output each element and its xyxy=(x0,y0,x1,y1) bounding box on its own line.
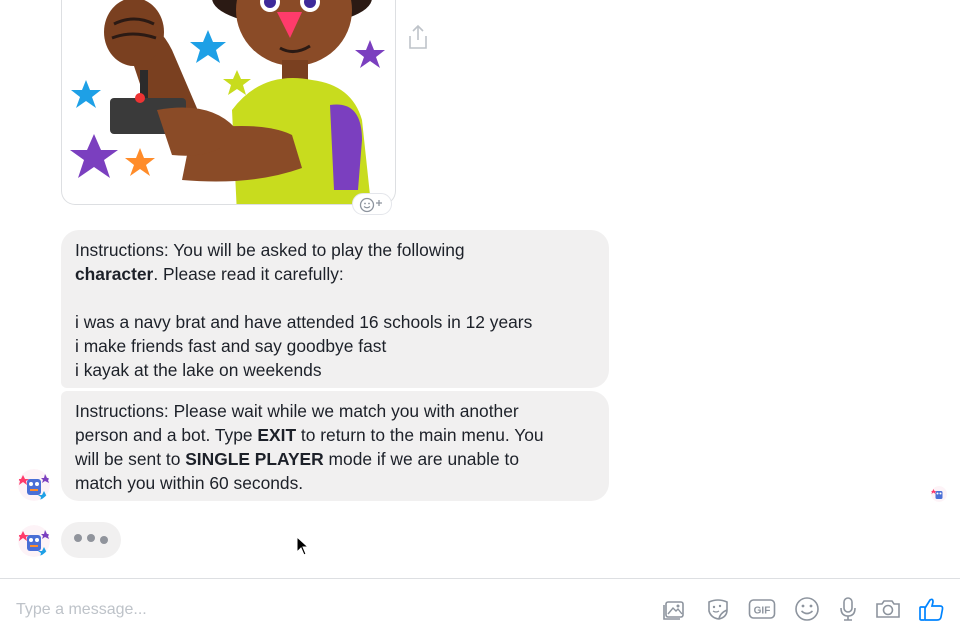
photo-icon[interactable] xyxy=(661,595,689,623)
message-bubble-instructions-character: Instructions: You will be asked to play … xyxy=(61,230,609,388)
message-bubble-instructions-wait: Instructions: Please wait while we match… xyxy=(61,391,609,501)
typing-indicator xyxy=(61,522,121,558)
image-message[interactable] xyxy=(61,0,396,205)
add-reaction-icon xyxy=(359,197,382,213)
emoji-icon[interactable] xyxy=(793,595,821,623)
message-line: character. Please read it carefully: xyxy=(75,264,344,284)
typing-dot xyxy=(87,534,95,542)
add-reaction-button[interactable] xyxy=(352,193,392,215)
message-input[interactable] xyxy=(14,597,638,623)
message-line: Instructions: Please wait while we match… xyxy=(75,401,519,421)
typing-dot xyxy=(100,536,108,544)
bot-avatar[interactable] xyxy=(18,469,50,501)
message-line: match you within 60 seconds. xyxy=(75,473,304,493)
sticker-icon[interactable] xyxy=(704,595,732,623)
message-line: Instructions: You will be asked to play … xyxy=(75,240,465,260)
message-composer: GIF xyxy=(0,578,960,636)
share-icon[interactable] xyxy=(406,24,430,50)
thumbs-up-icon[interactable] xyxy=(918,595,946,623)
persona-line: i kayak at the lake on weekends xyxy=(75,360,322,380)
typing-dot xyxy=(74,534,82,542)
persona-line: i make friends fast and say goodbye fast xyxy=(75,336,387,356)
persona-line: i was a navy brat and have attended 16 s… xyxy=(75,312,533,332)
mouse-pointer-icon xyxy=(296,535,310,561)
read-receipt-avatar xyxy=(931,486,947,502)
microphone-icon[interactable] xyxy=(834,595,862,623)
svg-text:GIF: GIF xyxy=(754,606,771,617)
camera-icon[interactable] xyxy=(874,595,902,623)
message-line: will be sent to SINGLE PLAYER mode if we… xyxy=(75,449,519,469)
bot-avatar-typing[interactable] xyxy=(18,525,50,557)
gif-icon[interactable]: GIF xyxy=(748,595,776,623)
message-line: person and a bot. Type EXIT to return to… xyxy=(75,425,544,445)
character-illustration xyxy=(70,0,385,204)
